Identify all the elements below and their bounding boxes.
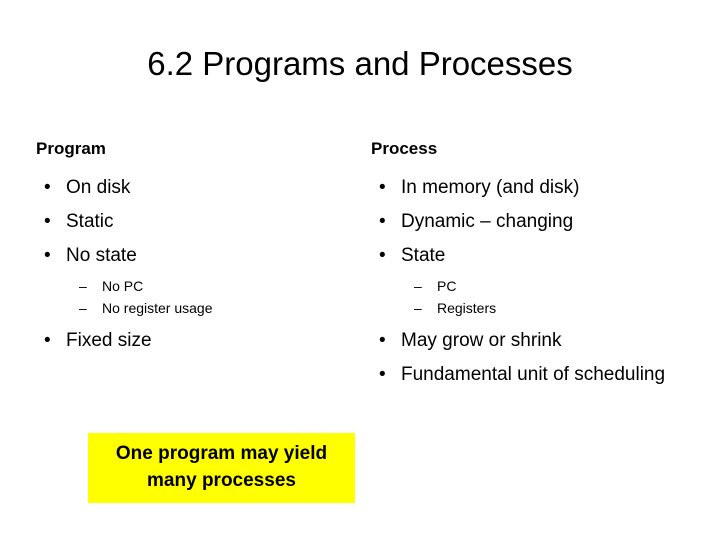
- page-title: 6.2 Programs and Processes: [147, 45, 573, 82]
- process-column: Process • In memory (and disk) • Dynamic…: [371, 138, 691, 392]
- process-bullet-list: • In memory (and disk) • Dynamic – chang…: [371, 171, 691, 272]
- callout-box: One program may yield many processes: [88, 433, 355, 503]
- dash-bullet-icon: –: [79, 277, 87, 294]
- bullet-dot-icon: •: [379, 210, 386, 232]
- bullet-dot-icon: •: [44, 177, 51, 199]
- bullet-dot-icon: •: [379, 177, 386, 199]
- list-item: • Fixed size: [36, 324, 366, 358]
- bullet-dot-icon: •: [379, 330, 386, 352]
- list-item: • Static: [36, 205, 366, 239]
- list-item-label: Static: [66, 210, 114, 232]
- process-sub-bullet-list: – PC – Registers: [371, 275, 691, 321]
- bullet-dot-icon: •: [379, 364, 386, 386]
- process-bullet-list-continued: • May grow or shrink • Fundamental unit …: [371, 324, 691, 392]
- dash-bullet-icon: –: [414, 300, 422, 317]
- sub-list-item: – Registers: [407, 297, 691, 320]
- bullet-dot-icon: •: [44, 330, 51, 352]
- sub-list-item: – PC: [407, 275, 691, 298]
- list-item: • On disk: [36, 171, 366, 205]
- sub-list-item-label: Registers: [437, 300, 497, 317]
- sub-list-item: – No register usage: [72, 297, 366, 320]
- callout-text: One program may yield many processes: [115, 443, 328, 491]
- sub-list-item-label: PC: [437, 277, 457, 294]
- bullet-dot-icon: •: [44, 210, 51, 232]
- list-item-label: State: [401, 244, 446, 266]
- list-item-label: No state: [66, 244, 137, 266]
- program-column-heading: Program: [36, 139, 106, 158]
- list-item-label: In memory (and disk): [401, 177, 580, 199]
- sub-list-item-label: No PC: [102, 277, 144, 294]
- list-item-label: Dynamic – changing: [401, 210, 574, 232]
- list-item: • State: [371, 239, 691, 273]
- sub-list-item: – No PC: [72, 275, 366, 298]
- program-column: Program • On disk • Static • No state – …: [36, 138, 366, 358]
- bullet-dot-icon: •: [44, 244, 51, 266]
- slide-canvas: 6.2 Programs and Processes Program • On …: [0, 0, 720, 540]
- list-item-label: Fixed size: [66, 330, 152, 352]
- list-item-label: On disk: [66, 177, 131, 199]
- list-item-label: May grow or shrink: [401, 330, 562, 352]
- dash-bullet-icon: –: [414, 277, 422, 294]
- list-item: • Dynamic – changing: [371, 205, 691, 239]
- list-item: • Fundamental unit of scheduling: [371, 358, 691, 392]
- program-bullet-list-continued: • Fixed size: [36, 324, 366, 358]
- list-item: • May grow or shrink: [371, 324, 691, 358]
- process-column-heading: Process: [371, 139, 438, 158]
- program-sub-bullet-list: – No PC – No register usage: [36, 275, 366, 321]
- program-bullet-list: • On disk • Static • No state: [36, 171, 366, 272]
- list-item: • No state: [36, 239, 366, 273]
- list-item: • In memory (and disk): [371, 171, 691, 205]
- dash-bullet-icon: –: [79, 300, 87, 317]
- list-item-label: Fundamental unit of scheduling: [401, 364, 666, 386]
- sub-list-item-label: No register usage: [102, 300, 213, 317]
- bullet-dot-icon: •: [379, 244, 386, 266]
